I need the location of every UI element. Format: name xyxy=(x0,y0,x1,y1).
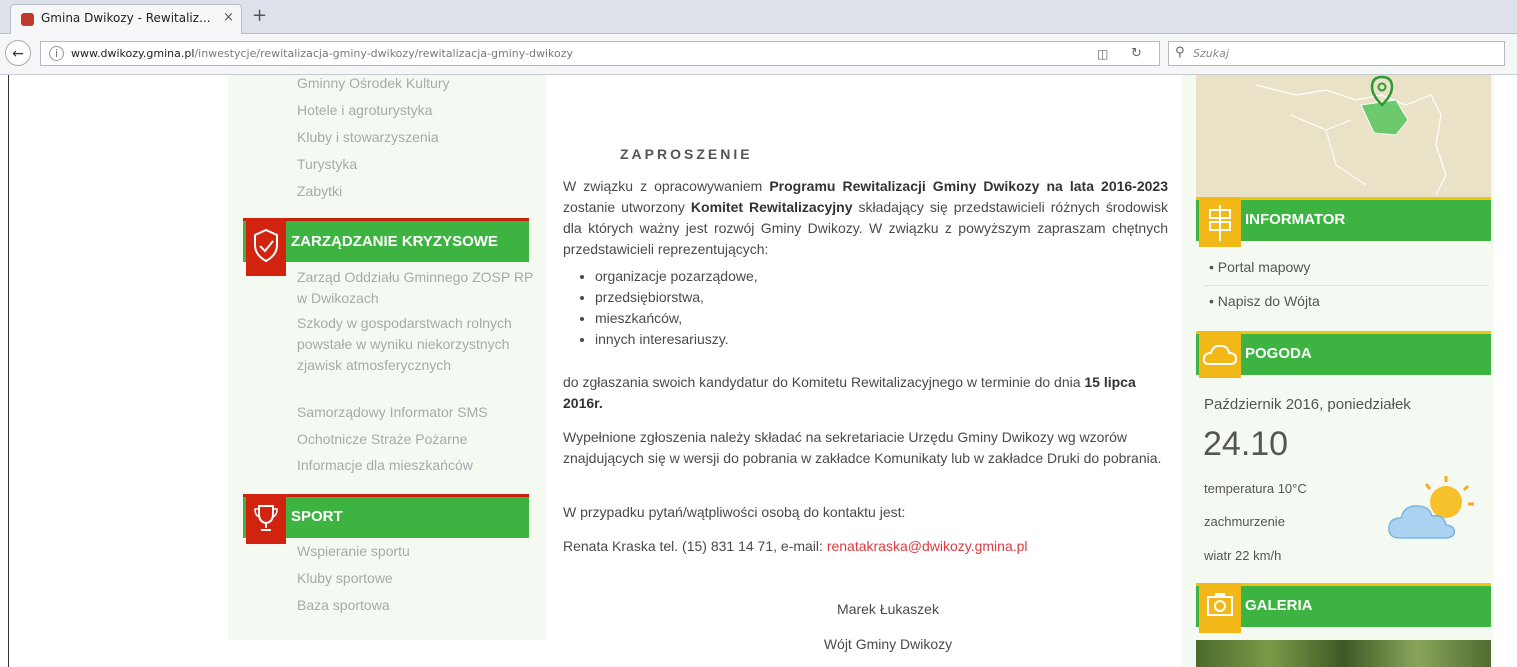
gallery-thumbnail[interactable] xyxy=(1196,640,1491,667)
shield-check-icon xyxy=(254,228,278,263)
search-icon: ⚲ xyxy=(1175,45,1185,60)
browser-nav-bar: ← i www.dwikozy.gmina.pl/inwestycje/rewi… xyxy=(0,34,1517,75)
sidebar-link[interactable]: Gminny Ośrodek Kultury xyxy=(297,73,450,94)
signature-name: Marek Łukaszek xyxy=(837,601,939,617)
informator-title: INFORMATOR xyxy=(1245,211,1346,228)
informator-link-label: Portal mapowy xyxy=(1217,259,1311,275)
camera-icon xyxy=(1207,593,1233,616)
signpost-icon xyxy=(1209,205,1231,241)
window-edge-line xyxy=(8,75,9,667)
galeria-icon-box xyxy=(1199,583,1241,633)
partly-cloudy-icon xyxy=(1388,476,1474,539)
url-path: /inwestycje/rewitalizacja-gminy-dwikozy/… xyxy=(194,47,574,60)
sidebar-link[interactable]: Baza sportowa xyxy=(297,595,390,616)
site-favicon-icon xyxy=(21,13,34,26)
cloud-icon xyxy=(1202,344,1238,365)
page-title: ZAPROSZENIE xyxy=(620,146,753,162)
contact-text: Renata Kraska tel. (15) 831 14 71, e-mai… xyxy=(563,538,827,554)
reload-icon[interactable]: ↻ xyxy=(1131,46,1142,61)
sidebar-link[interactable]: Zabytki xyxy=(297,181,342,202)
url-domain: www.dwikozy.gmina.pl xyxy=(71,47,195,60)
sidebar-link[interactable]: Ochotnicze Straże Pożarne xyxy=(297,429,467,450)
galeria-title: GALERIA xyxy=(1245,597,1313,614)
list-item: organizacje pozarządowe, xyxy=(595,266,758,287)
search-input[interactable]: ⚲ Szukaj xyxy=(1168,41,1505,66)
sidebar-link[interactable]: Informacje dla mieszkańców xyxy=(297,455,473,476)
weather-temperature: temperatura 10°C xyxy=(1204,481,1307,496)
crisis-section-title[interactable]: ZARZĄDZANIE KRYZYSOWE xyxy=(291,233,498,250)
sidebar-link[interactable]: Hotele i agroturystyka xyxy=(297,100,432,121)
address-bar[interactable]: i www.dwikozy.gmina.pl/inwestycje/rewita… xyxy=(40,41,1160,66)
reader-view-icon[interactable]: ◫ xyxy=(1097,47,1108,61)
weather-wind: wiatr 22 km/h xyxy=(1204,548,1282,563)
deadline-text: do zgłaszania swoich kandydatur do Komit… xyxy=(563,374,1085,390)
list-item: innych interesariuszy. xyxy=(595,329,758,350)
informator-link[interactable]: • Napisz do Wójta xyxy=(1209,293,1320,309)
sport-icon-box xyxy=(246,494,286,544)
sport-section-title[interactable]: SPORT xyxy=(291,508,343,525)
intro-text: zostanie utworzony xyxy=(563,199,691,215)
close-tab-icon[interactable]: × xyxy=(223,10,234,25)
weather-day: 24.10 xyxy=(1203,425,1289,463)
url-text: www.dwikozy.gmina.pl/inwestycje/rewitali… xyxy=(71,47,573,60)
info-icon[interactable]: i xyxy=(49,46,64,61)
search-placeholder: Szukaj xyxy=(1193,47,1229,60)
intro-paragraph: W związku z opracowywaniem Programu Rewi… xyxy=(563,176,1168,260)
new-tab-button[interactable]: + xyxy=(252,5,267,26)
trophy-icon xyxy=(254,505,278,531)
list-item: przedsiębiorstwa, xyxy=(595,287,758,308)
crisis-icon-box xyxy=(246,218,286,276)
sidebar-link[interactable]: Wspieranie sportu xyxy=(297,541,410,562)
intro-text: W związku z opracowywaniem xyxy=(563,178,770,194)
pogoda-icon-box xyxy=(1199,331,1241,378)
informator-link-label: Napisz do Wójta xyxy=(1217,293,1320,309)
informator-link[interactable]: • Portal mapowy xyxy=(1209,259,1310,275)
email-link[interactable]: renatakraska@dwikozy.gmina.pl xyxy=(827,538,1028,554)
browser-tab-bar: Gmina Dwikozy - Rewitaliz... × + xyxy=(0,0,1517,34)
sidebar-link[interactable]: Turystyka xyxy=(297,154,357,175)
submission-paragraph: Wypełnione zgłoszenia należy składać na … xyxy=(563,429,1162,466)
sidebar-link[interactable]: Samorządowy Informator SMS xyxy=(297,402,488,423)
contact-intro: W przypadku pytań/wątpliwości osobą do k… xyxy=(563,504,906,520)
sidebar-link[interactable]: Kluby sportowe xyxy=(297,568,393,589)
sidebar-link[interactable]: Kluby i stowarzyszenia xyxy=(297,127,439,148)
invitee-list: organizacje pozarządowe, przedsiębiorstw… xyxy=(563,266,758,350)
weather-date: Październik 2016, poniedziałek xyxy=(1204,396,1411,413)
informator-icon-box xyxy=(1199,197,1241,247)
deadline-paragraph: do zgłaszania swoich kandydatur do Komit… xyxy=(563,372,1168,414)
sidebar-link[interactable]: Szkody w gospodarstwach rolnych powstałe… xyxy=(297,313,512,376)
back-arrow-icon[interactable]: ← xyxy=(5,40,31,66)
browser-tab[interactable]: Gmina Dwikozy - Rewitaliz... × xyxy=(10,4,242,34)
contact-line: Renata Kraska tel. (15) 831 14 71, e-mai… xyxy=(563,536,1168,557)
sidebar-link[interactable]: Zarząd Oddziału Gminnego ZOSP RP w Dwiko… xyxy=(297,267,542,309)
poland-map-icon xyxy=(1255,75,1447,196)
region-map[interactable] xyxy=(1196,75,1491,197)
pogoda-title: POGODA xyxy=(1245,345,1312,362)
list-item: mieszkańców, xyxy=(595,308,758,329)
signature-role: Wójt Gminy Dwikozy xyxy=(823,636,953,652)
committee-name: Komitet Rewitalizacyjny xyxy=(690,199,853,215)
divider xyxy=(1204,285,1489,286)
tab-title: Gmina Dwikozy - Rewitaliz... xyxy=(41,11,211,25)
program-name: Programu Rewitalizacji Gminy Dwikozy na … xyxy=(769,178,1168,194)
weather-sky: zachmurzenie xyxy=(1204,514,1285,529)
